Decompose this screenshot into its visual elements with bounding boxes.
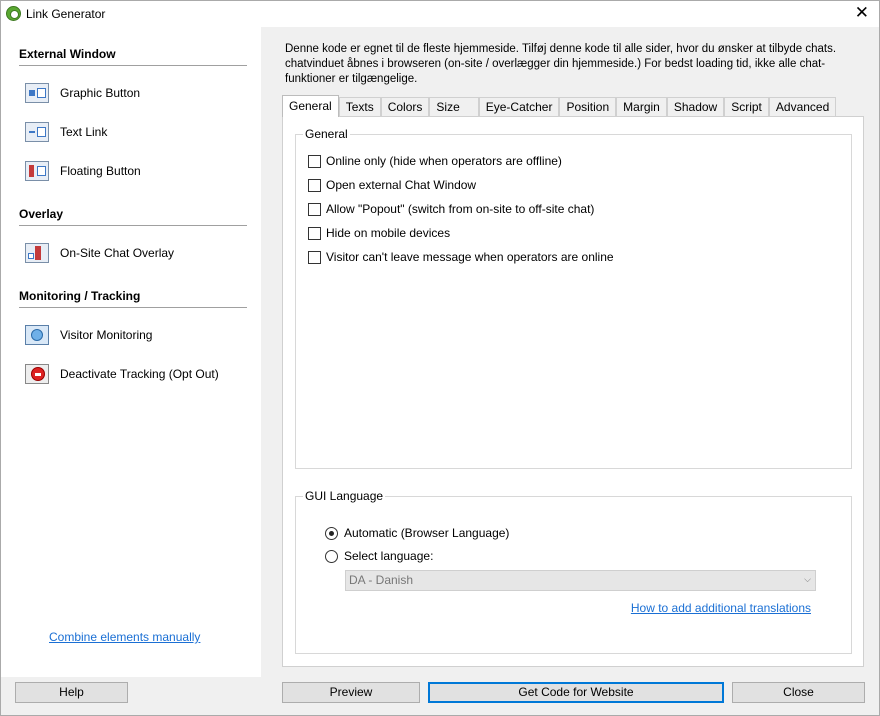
option-label: Visitor can't leave message when operato… — [326, 250, 614, 264]
language-select[interactable]: DA - Danish ⌵ — [345, 570, 816, 591]
radio-label: Select language: — [344, 549, 434, 563]
option-hide-on-mobile[interactable]: Hide on mobile devices — [308, 226, 450, 240]
sidebar-item-label: Visitor Monitoring — [60, 328, 153, 342]
tab-eye-catcher[interactable]: Eye-Catcher — [478, 97, 560, 117]
close-button[interactable]: Close — [732, 682, 865, 703]
tab-general[interactable]: General — [282, 95, 339, 117]
intro-text: Denne kode er egnet til de fleste hjemme… — [285, 43, 837, 85]
option-open-external-chat-window[interactable]: Open external Chat Window — [308, 178, 476, 192]
option-allow-popout[interactable]: Allow "Popout" (switch from on-site to o… — [308, 202, 594, 216]
option-label: Hide on mobile devices — [326, 226, 451, 240]
graphic-button-icon — [25, 83, 49, 103]
floating-button-icon — [25, 161, 49, 181]
option-label: Allow "Popout" (switch from on-site to o… — [326, 202, 595, 216]
app-logo-icon — [6, 6, 21, 21]
chat-overlay-icon — [25, 243, 49, 263]
chevron-down-icon: ⌵ — [804, 575, 811, 585]
sidebar-item-label: On-Site Chat Overlay — [60, 246, 175, 260]
sidebar-item-label: Graphic Button — [60, 86, 141, 100]
tab-texts[interactable]: Texts — [338, 97, 381, 117]
sidebar-item-label: Floating Button — [60, 164, 141, 178]
tab-position[interactable]: Position — [559, 97, 617, 117]
sidebar-item-on-site-chat-overlay[interactable]: On-Site Chat Overlay — [25, 241, 174, 265]
link-generator-window: Link Generator ✕ External Window Graphic… — [0, 0, 880, 716]
radio-select-language[interactable]: Select language: — [325, 549, 433, 563]
title-bar: Link Generator ✕ — [1, 1, 879, 27]
close-icon[interactable]: ✕ — [855, 4, 869, 22]
option-online-only[interactable]: Online only (hide when operators are off… — [308, 154, 562, 168]
section-header-monitoring-tracking: Monitoring / Tracking — [19, 289, 247, 308]
sidebar: External Window Graphic Button Text Link… — [1, 27, 261, 677]
preview-button[interactable]: Preview — [282, 682, 420, 703]
sidebar-item-floating-button[interactable]: Floating Button — [25, 159, 141, 183]
group-label-general: General — [303, 127, 350, 141]
help-button[interactable]: Help — [15, 682, 128, 703]
language-select-value: DA - Danish — [349, 573, 414, 587]
tab-advanced[interactable]: Advanced — [768, 97, 837, 117]
radio-label: Automatic (Browser Language) — [344, 526, 510, 540]
text-link-icon — [25, 122, 49, 142]
automatic-radio[interactable] — [325, 526, 338, 540]
sidebar-item-text-link[interactable]: Text Link — [25, 120, 107, 144]
sidebar-item-deactivate-tracking[interactable]: Deactivate Tracking (Opt Out) — [25, 362, 219, 386]
add-translations-link[interactable]: How to add additional translations — [631, 601, 811, 615]
hide-mobile-checkbox[interactable] — [308, 226, 321, 240]
sidebar-item-graphic-button[interactable]: Graphic Button — [25, 81, 140, 105]
select-language-radio[interactable] — [325, 549, 338, 563]
window-title: Link Generator — [26, 7, 106, 21]
option-label: Online only (hide when operators are off… — [326, 154, 562, 168]
get-code-button[interactable]: Get Code for Website — [428, 682, 724, 703]
tab-bar: General Texts Colors Size Eye-Catcher Po… — [282, 95, 837, 117]
option-label: Open external Chat Window — [326, 178, 477, 192]
gui-language-group: GUI Language Automatic (Browser Language… — [295, 489, 852, 654]
sidebar-item-label: Text Link — [60, 125, 108, 139]
group-label-gui-language: GUI Language — [303, 489, 386, 503]
tab-size[interactable]: Size — [429, 97, 479, 117]
visitor-monitoring-icon — [25, 325, 49, 345]
opt-out-icon — [25, 364, 49, 384]
tab-colors[interactable]: Colors — [380, 97, 430, 117]
online-only-checkbox[interactable] — [308, 154, 321, 168]
radio-automatic-language[interactable]: Automatic (Browser Language) — [325, 526, 509, 540]
section-header-overlay: Overlay — [19, 207, 247, 226]
option-visitor-cant-leave-message[interactable]: Visitor can't leave message when operato… — [308, 250, 614, 264]
sidebar-item-visitor-monitoring[interactable]: Visitor Monitoring — [25, 323, 152, 347]
tab-margin[interactable]: Margin — [616, 97, 667, 117]
visitor-message-checkbox[interactable] — [308, 250, 321, 264]
section-header-external-window: External Window — [19, 47, 247, 66]
allow-popout-checkbox[interactable] — [308, 202, 321, 216]
tab-panel-general: General Online only (hide when operators… — [282, 116, 864, 667]
sidebar-item-label: Deactivate Tracking (Opt Out) — [60, 367, 219, 381]
combine-elements-link[interactable]: Combine elements manually — [49, 630, 200, 644]
open-external-checkbox[interactable] — [308, 178, 321, 192]
tab-script[interactable]: Script — [724, 97, 769, 117]
tab-shadow[interactable]: Shadow — [666, 97, 725, 117]
general-options-group: General Online only (hide when operators… — [295, 127, 852, 469]
